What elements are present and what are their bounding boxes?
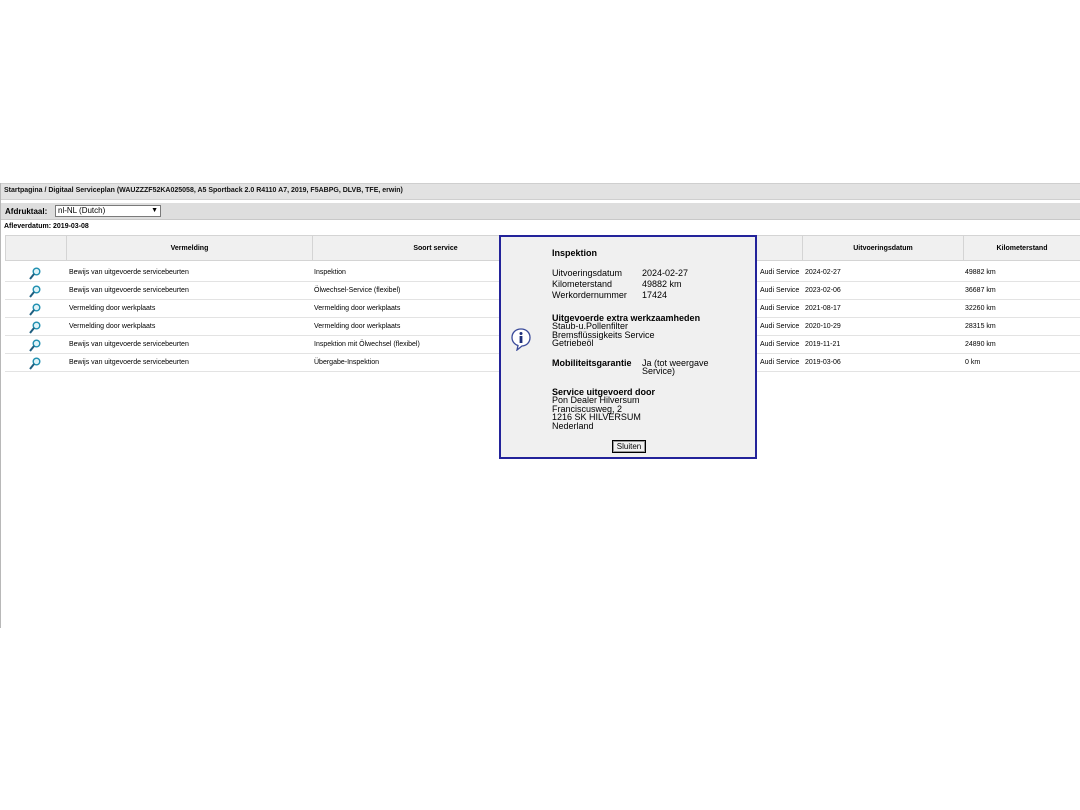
cell-soort-service: Vermelding door werkplaats (314, 305, 401, 312)
cell-datum: 2019-11-21 (805, 341, 841, 348)
cell-vermelding: Bewijs van uitgevoerde servicebeurten (69, 359, 189, 366)
cell-km: 0 km (965, 359, 981, 366)
cell-vermelding: Vermelding door werkplaats (69, 305, 156, 312)
popup-title: Inspektion (552, 248, 598, 258)
cell-soort-service: Inspektion mit Ölwechsel (flexibel) (314, 341, 420, 348)
cell-soort-service: Ölwechsel-Service (flexibel) (314, 287, 401, 294)
breadcrumb[interactable]: Startpagina / Digitaal Serviceplan (WAUZ… (4, 187, 403, 194)
cell-km: 36687 km (965, 287, 996, 294)
extra-work-item: Getriebeöl (552, 338, 594, 348)
cell-datum: 2021-08-17 (805, 305, 841, 312)
header-vermelding: Vermelding (66, 235, 313, 261)
chevron-down-icon: ▼ (151, 207, 158, 214)
cell-km: 28315 km (965, 323, 996, 330)
field-value-kilometerstand: 49882 km (642, 279, 682, 289)
header-kilometerstand: Kilometerstand (963, 235, 1080, 261)
cell-datum: 2019-03-06 (805, 359, 841, 366)
cell-km: 49882 km (965, 269, 996, 276)
field-value-werkordernummer: 17424 (642, 290, 668, 300)
magnifier-icon[interactable] (29, 339, 41, 352)
info-icon (511, 328, 531, 351)
field-value-uitvoeringsdatum: 2024-02-27 (642, 268, 689, 278)
service-by-line: Nederland (552, 421, 594, 431)
magnifier-icon[interactable] (29, 285, 41, 298)
mobility-label: Mobiliteitsgarantie (552, 358, 632, 368)
cell-datum: 2020-10-29 (805, 323, 841, 330)
cell-soort-service: Inspektion (314, 269, 346, 276)
cell-vermelding: Bewijs van uitgevoerde servicebeurten (69, 341, 189, 348)
cell-datum: 2024-02-27 (805, 269, 841, 276)
magnifier-icon[interactable] (29, 357, 41, 370)
cell-dealer: Audi Service (760, 305, 800, 312)
magnifier-icon[interactable] (29, 321, 41, 334)
header-uitvoeringsdatum: Uitvoeringsdatum (802, 235, 964, 261)
service-detail-popup: Inspektion Uitvoeringsdatum 2024-02-27 K… (499, 235, 757, 459)
cell-datum: 2023-02-06 (805, 287, 841, 294)
field-label-kilometerstand: Kilometerstand (552, 279, 613, 289)
field-label-werkordernummer: Werkordernummer (552, 290, 627, 300)
cell-soort-service: Übergabe-Inspektion (314, 359, 379, 366)
language-select-value: nl-NL (Dutch) (58, 206, 106, 215)
mobility-value-cont: Service) (642, 366, 676, 376)
language-bar: Afdruktaal: nl-NL (Dutch) ▼ (1, 203, 1080, 220)
cell-dealer: Audi Service (760, 287, 800, 294)
magnifier-icon[interactable] (29, 267, 41, 280)
cell-dealer: Audi Service (760, 269, 800, 276)
field-label-uitvoeringsdatum: Uitvoeringsdatum (552, 268, 623, 278)
delivery-date: Afleverdatum: 2019-03-08 (4, 223, 89, 230)
cell-km: 32260 km (965, 305, 996, 312)
cell-vermelding: Bewijs van uitgevoerde servicebeurten (69, 269, 189, 276)
cell-dealer: Audi Service (760, 359, 800, 366)
cell-soort-service: Vermelding door werkplaats (314, 323, 401, 330)
cell-dealer: Audi Service (760, 341, 800, 348)
magnifier-icon[interactable] (29, 303, 41, 316)
cell-km: 24890 km (965, 341, 996, 348)
cell-vermelding: Bewijs van uitgevoerde servicebeurten (69, 287, 189, 294)
close-button[interactable]: Sluiten (612, 440, 646, 453)
language-select[interactable]: nl-NL (Dutch) ▼ (55, 205, 161, 217)
language-label: Afdruktaal: (5, 207, 48, 216)
cell-vermelding: Vermelding door werkplaats (69, 323, 156, 330)
cell-dealer: Audi Service (760, 323, 800, 330)
breadcrumb-bar: Startpagina / Digitaal Serviceplan (WAUZ… (1, 183, 1080, 200)
header-icon-column (5, 235, 67, 261)
